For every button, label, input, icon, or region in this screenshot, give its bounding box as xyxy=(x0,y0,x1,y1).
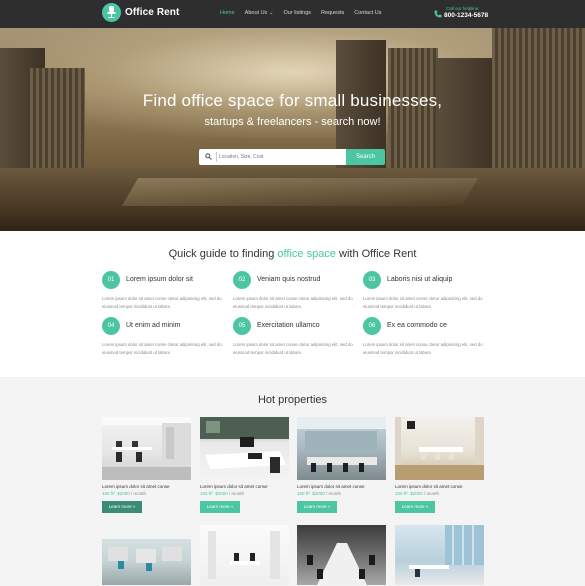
feature-title: Ex ea commodo ce xyxy=(387,322,447,329)
learn-more-button[interactable]: Learn more » xyxy=(200,501,240,513)
building-center-right xyxy=(388,48,438,178)
property-price: 150 ft² $2000 / month xyxy=(102,491,146,496)
helpline-phone[interactable]: 800-1234-5678 xyxy=(444,12,488,19)
nav-about-us-label: About Us xyxy=(244,10,268,16)
nav-about-us[interactable]: About Us ⌄ xyxy=(245,9,274,21)
office-photo-graphic xyxy=(200,417,289,473)
office-photo-graphic xyxy=(102,525,191,571)
property-photo[interactable] xyxy=(200,525,289,585)
property-title[interactable]: Lorem ipsum dolor sit amet conse xyxy=(297,484,365,489)
logo-chair-icon[interactable] xyxy=(102,3,121,22)
feature-number-badge: 02 xyxy=(233,271,251,289)
office-photo-graphic xyxy=(307,543,375,585)
nav-contact-us[interactable]: Contact Us xyxy=(354,9,381,21)
office-photo-graphic xyxy=(297,417,386,472)
nav-requests[interactable]: Requests xyxy=(321,9,344,21)
main-nav: Home About Us ⌄ Our listings Requests Con… xyxy=(220,9,391,21)
logo-text[interactable]: Office Rent xyxy=(125,7,179,18)
learn-more-button[interactable]: Learn more » xyxy=(297,501,337,513)
property-price: 150 ft² $2000 / month xyxy=(297,491,341,496)
nav-home[interactable]: Home xyxy=(220,9,235,21)
guide-title-highlight: office space xyxy=(277,248,336,260)
hot-properties-title: Hot properties xyxy=(257,394,328,406)
search-button[interactable]: Search xyxy=(346,149,385,165)
property-area: 150 ft² xyxy=(200,491,213,496)
property-area: 150 ft² xyxy=(395,491,408,496)
property-title[interactable]: Lorem ipsum dolor sit amet conse xyxy=(200,484,268,489)
guide-title-after: with Office Rent xyxy=(335,248,417,260)
feature-number-badge: 05 xyxy=(233,317,251,335)
property-cost: $2000 xyxy=(215,491,228,496)
search-icon xyxy=(205,153,212,160)
search-box xyxy=(199,149,346,165)
property-cost: $2000 xyxy=(312,491,325,496)
property-photo[interactable] xyxy=(395,525,484,585)
office-photo-graphic xyxy=(409,525,484,577)
property-cost-period: / month xyxy=(324,491,342,496)
property-photo[interactable] xyxy=(102,525,191,585)
hero-banner: Find office space for small businesses, … xyxy=(0,28,585,231)
helpline-label: Call our helpline: xyxy=(446,6,480,11)
feature-title: Lorem ipsum dolor sit xyxy=(126,276,193,283)
search-separator xyxy=(216,152,217,162)
property-cost-period: / month xyxy=(422,491,440,496)
property-photo[interactable] xyxy=(200,417,289,480)
feature-description: Lorem ipsum dolor sit amet conse ctetur … xyxy=(102,296,222,309)
phone-icon xyxy=(434,10,442,18)
property-title[interactable]: Lorem ipsum dolor sit amet conse xyxy=(395,484,463,489)
property-price: 150 ft² $2000 / month xyxy=(395,491,439,496)
feature-number-badge: 01 xyxy=(102,271,120,289)
feature-description: Lorem ipsum dolor sit amet conse ctetur … xyxy=(233,342,353,355)
property-photo[interactable] xyxy=(297,417,386,480)
property-cost-period: / month xyxy=(227,491,245,496)
property-cost: $2000 xyxy=(117,491,130,496)
feature-title: Ut enim ad minim xyxy=(126,322,181,329)
feature-description: Lorem ipsum dolor sit amet conse ctetur … xyxy=(233,296,353,309)
property-price: 150 ft² $2000 / month xyxy=(200,491,244,496)
office-photo-graphic xyxy=(395,417,484,480)
top-header: Office Rent Home About Us ⌄ Our listings … xyxy=(0,0,585,28)
property-area: 150 ft² xyxy=(297,491,310,496)
office-photo-graphic xyxy=(208,531,280,579)
property-photo[interactable] xyxy=(102,417,191,480)
property-photo[interactable] xyxy=(297,525,386,585)
search-input[interactable] xyxy=(219,151,341,163)
quick-guide-section: Quick guide to finding office space with… xyxy=(0,231,585,377)
feature-number-badge: 03 xyxy=(363,271,381,289)
learn-more-button[interactable]: Learn more » xyxy=(395,501,435,513)
office-photo-graphic xyxy=(102,417,191,480)
feature-title: Laboris nisi ut aliquip xyxy=(387,276,453,283)
hero-title: Find office space for small businesses, xyxy=(142,91,443,110)
feature-description: Lorem ipsum dolor sit amet conse ctetur … xyxy=(363,296,483,309)
nav-our-listings[interactable]: Our listings xyxy=(284,9,312,21)
guide-title-before: Quick guide to finding xyxy=(168,248,278,260)
page: Office Rent Home About Us ⌄ Our listings … xyxy=(0,0,585,586)
property-photo[interactable] xyxy=(395,417,484,480)
hero-subtitle: startups & freelancers - search now! xyxy=(204,116,381,128)
feature-title: Veniam quis nostrud xyxy=(257,276,321,283)
learn-more-button[interactable]: Learn more » xyxy=(102,501,142,513)
guide-title: Quick guide to finding office space with… xyxy=(0,248,585,260)
feature-title: Exercitation ullamco xyxy=(257,322,320,329)
feature-description: Lorem ipsum dolor sit amet conse ctetur … xyxy=(102,342,222,355)
feature-number-badge: 06 xyxy=(363,317,381,335)
chevron-down-icon: ⌄ xyxy=(269,10,274,16)
property-cost: $2000 xyxy=(410,491,423,496)
hero-road xyxy=(121,178,479,206)
feature-number-badge: 04 xyxy=(102,317,120,335)
property-cost-period: / month xyxy=(129,491,147,496)
hot-properties-section: Hot properties Lorem ipsum dolor sit ame… xyxy=(0,377,585,586)
property-area: 150 ft² xyxy=(102,491,115,496)
property-title[interactable]: Lorem ipsum dolor sit amet conse xyxy=(102,484,170,489)
feature-description: Lorem ipsum dolor sit amet conse ctetur … xyxy=(363,342,483,355)
